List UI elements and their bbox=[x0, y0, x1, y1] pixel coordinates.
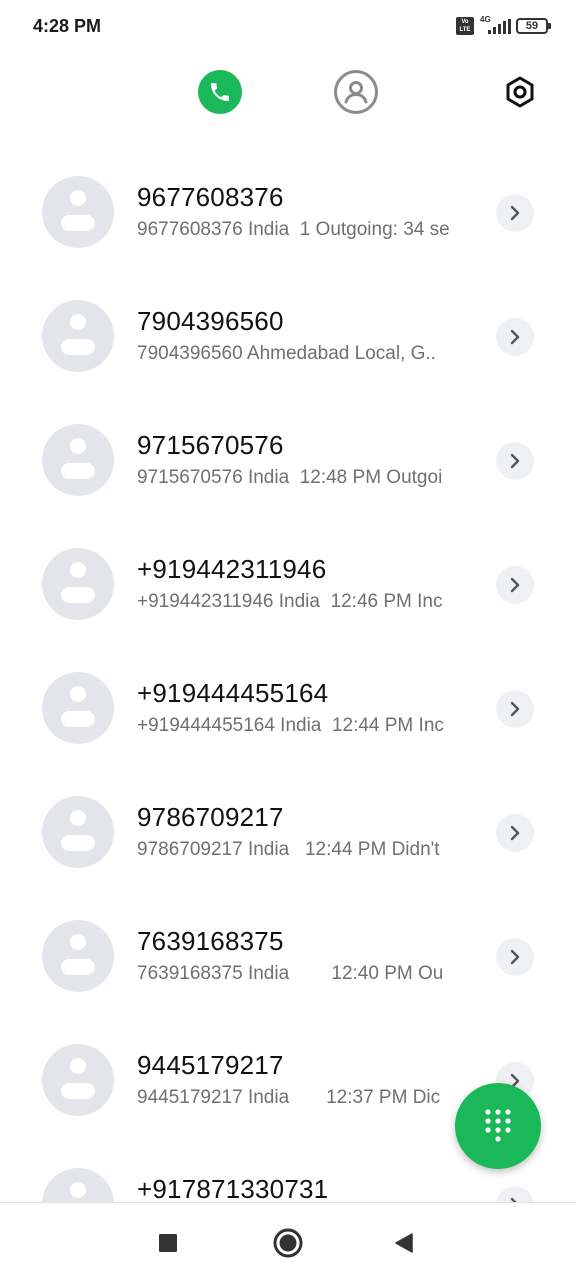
navigation-bar bbox=[0, 1202, 576, 1280]
call-details-button[interactable] bbox=[496, 318, 534, 356]
avatar bbox=[42, 796, 114, 868]
call-log-item[interactable]: 9715670576 9715670576 India 12:48 PM Out… bbox=[0, 398, 576, 522]
avatar bbox=[42, 1168, 114, 1202]
chevron-right-icon bbox=[510, 701, 520, 717]
call-number: 9786709217 bbox=[137, 802, 284, 832]
person-icon bbox=[344, 81, 368, 104]
call-detail-text: 7639168375 India 12:40 PM Ou bbox=[137, 963, 444, 984]
call-detail: 9445179217 India 12:37 PM Dic bbox=[137, 1087, 470, 1111]
chevron-right-icon bbox=[510, 949, 520, 965]
avatar bbox=[42, 1044, 114, 1116]
call-log-item[interactable]: 9677608376 9677608376 India 1 Outgoing: … bbox=[0, 150, 576, 274]
avatar bbox=[42, 176, 114, 248]
avatar bbox=[42, 548, 114, 620]
status-bar: 4:28 PM Vo LTE 4G 59 bbox=[0, 0, 576, 56]
call-detail-text: 9445179217 India 12:37 PM Dic bbox=[137, 1087, 441, 1108]
dialpad-button[interactable] bbox=[455, 1083, 541, 1169]
call-log-list[interactable]: 9677608376 9677608376 India 1 Outgoing: … bbox=[0, 150, 576, 1202]
chevron-right-icon bbox=[510, 329, 520, 345]
call-details-button[interactable] bbox=[496, 442, 534, 480]
call-detail-text: +919444455164 India 12:44 PM Inc bbox=[137, 715, 444, 736]
call-number: +919444455164 bbox=[137, 678, 329, 708]
call-details-button[interactable] bbox=[496, 690, 534, 728]
call-detail-text: 7904396560 Ahmedabad Local, G.. bbox=[137, 343, 436, 364]
recents-button[interactable] bbox=[150, 1225, 186, 1261]
square-icon bbox=[159, 1234, 177, 1252]
chevron-right-icon bbox=[510, 825, 520, 841]
call-detail: 7639168375 India 12:40 PM Ou bbox=[137, 963, 470, 987]
call-number: 7904396560 bbox=[137, 306, 284, 336]
call-log-item[interactable]: 9786709217 9786709217 India 12:44 PM Did… bbox=[0, 770, 576, 894]
call-detail: 9677608376 India 1 Outgoing: 34 se bbox=[137, 219, 470, 243]
chevron-right-icon bbox=[510, 205, 520, 221]
chevron-right-icon bbox=[510, 453, 520, 469]
avatar bbox=[42, 424, 114, 496]
avatar bbox=[42, 300, 114, 372]
call-detail: 7904396560 Ahmedabad Local, G.. bbox=[137, 343, 470, 367]
call-detail-text: 9677608376 India 1 Outgoing: 34 se bbox=[137, 219, 450, 240]
call-number: +917871330731 bbox=[137, 1174, 329, 1202]
call-log-item[interactable]: +919444455164 +919444455164 India 12:44 … bbox=[0, 646, 576, 770]
settings-hexagon-icon bbox=[506, 76, 534, 108]
call-number: 9445179217 bbox=[137, 1050, 284, 1080]
call-log-item[interactable]: 7639168375 7639168375 India 12:40 PM Ou bbox=[0, 894, 576, 1018]
call-detail-text: 9715670576 India 12:48 PM Outgoi bbox=[137, 467, 443, 488]
call-log-item[interactable]: +919442311946 +919442311946 India 12:46 … bbox=[0, 522, 576, 646]
tab-settings[interactable] bbox=[498, 70, 542, 114]
call-detail: 9715670576 India 12:48 PM Outgoi bbox=[137, 467, 470, 491]
call-log-item[interactable]: 7904396560 7904396560 Ahmedabad Local, G… bbox=[0, 274, 576, 398]
call-details-button[interactable] bbox=[496, 814, 534, 852]
call-detail: +919444455164 India 12:44 PM Inc bbox=[137, 715, 470, 739]
call-details-button[interactable] bbox=[496, 938, 534, 976]
back-button[interactable] bbox=[386, 1225, 422, 1261]
top-tabs bbox=[0, 62, 576, 122]
call-detail-text: 9786709217 India 12:44 PM Didn't bbox=[137, 839, 440, 860]
battery-icon: 59 bbox=[516, 18, 551, 34]
tab-calls[interactable] bbox=[198, 70, 242, 114]
call-detail: 9786709217 India 12:44 PM Didn't bbox=[137, 839, 470, 863]
phone-icon bbox=[211, 83, 229, 101]
call-number: 9677608376 bbox=[137, 182, 284, 212]
call-number: +919442311946 bbox=[137, 554, 327, 584]
call-detail-text: +919442311946 India 12:46 PM Inc bbox=[137, 591, 443, 612]
home-button[interactable] bbox=[270, 1225, 306, 1261]
call-details-button[interactable] bbox=[496, 194, 534, 232]
dialpad-icon bbox=[485, 1109, 511, 1142]
status-time: 4:28 PM bbox=[33, 16, 102, 36]
avatar bbox=[42, 672, 114, 744]
call-details-button[interactable] bbox=[496, 1186, 534, 1202]
signal-icon: 4G bbox=[480, 15, 511, 35]
call-details-button[interactable] bbox=[496, 566, 534, 604]
status-icons: Vo LTE 4G 59 bbox=[456, 15, 551, 35]
avatar bbox=[42, 920, 114, 992]
tab-contacts[interactable] bbox=[334, 70, 378, 114]
call-detail: +919442311946 India 12:46 PM Inc bbox=[137, 591, 470, 615]
volte-icon: Vo LTE bbox=[456, 17, 474, 35]
circle-home-icon bbox=[273, 1228, 303, 1258]
triangle-back-icon bbox=[395, 1233, 413, 1253]
call-number: 9715670576 bbox=[137, 430, 284, 460]
chevron-right-icon bbox=[510, 577, 520, 593]
call-number: 7639168375 bbox=[137, 926, 284, 956]
